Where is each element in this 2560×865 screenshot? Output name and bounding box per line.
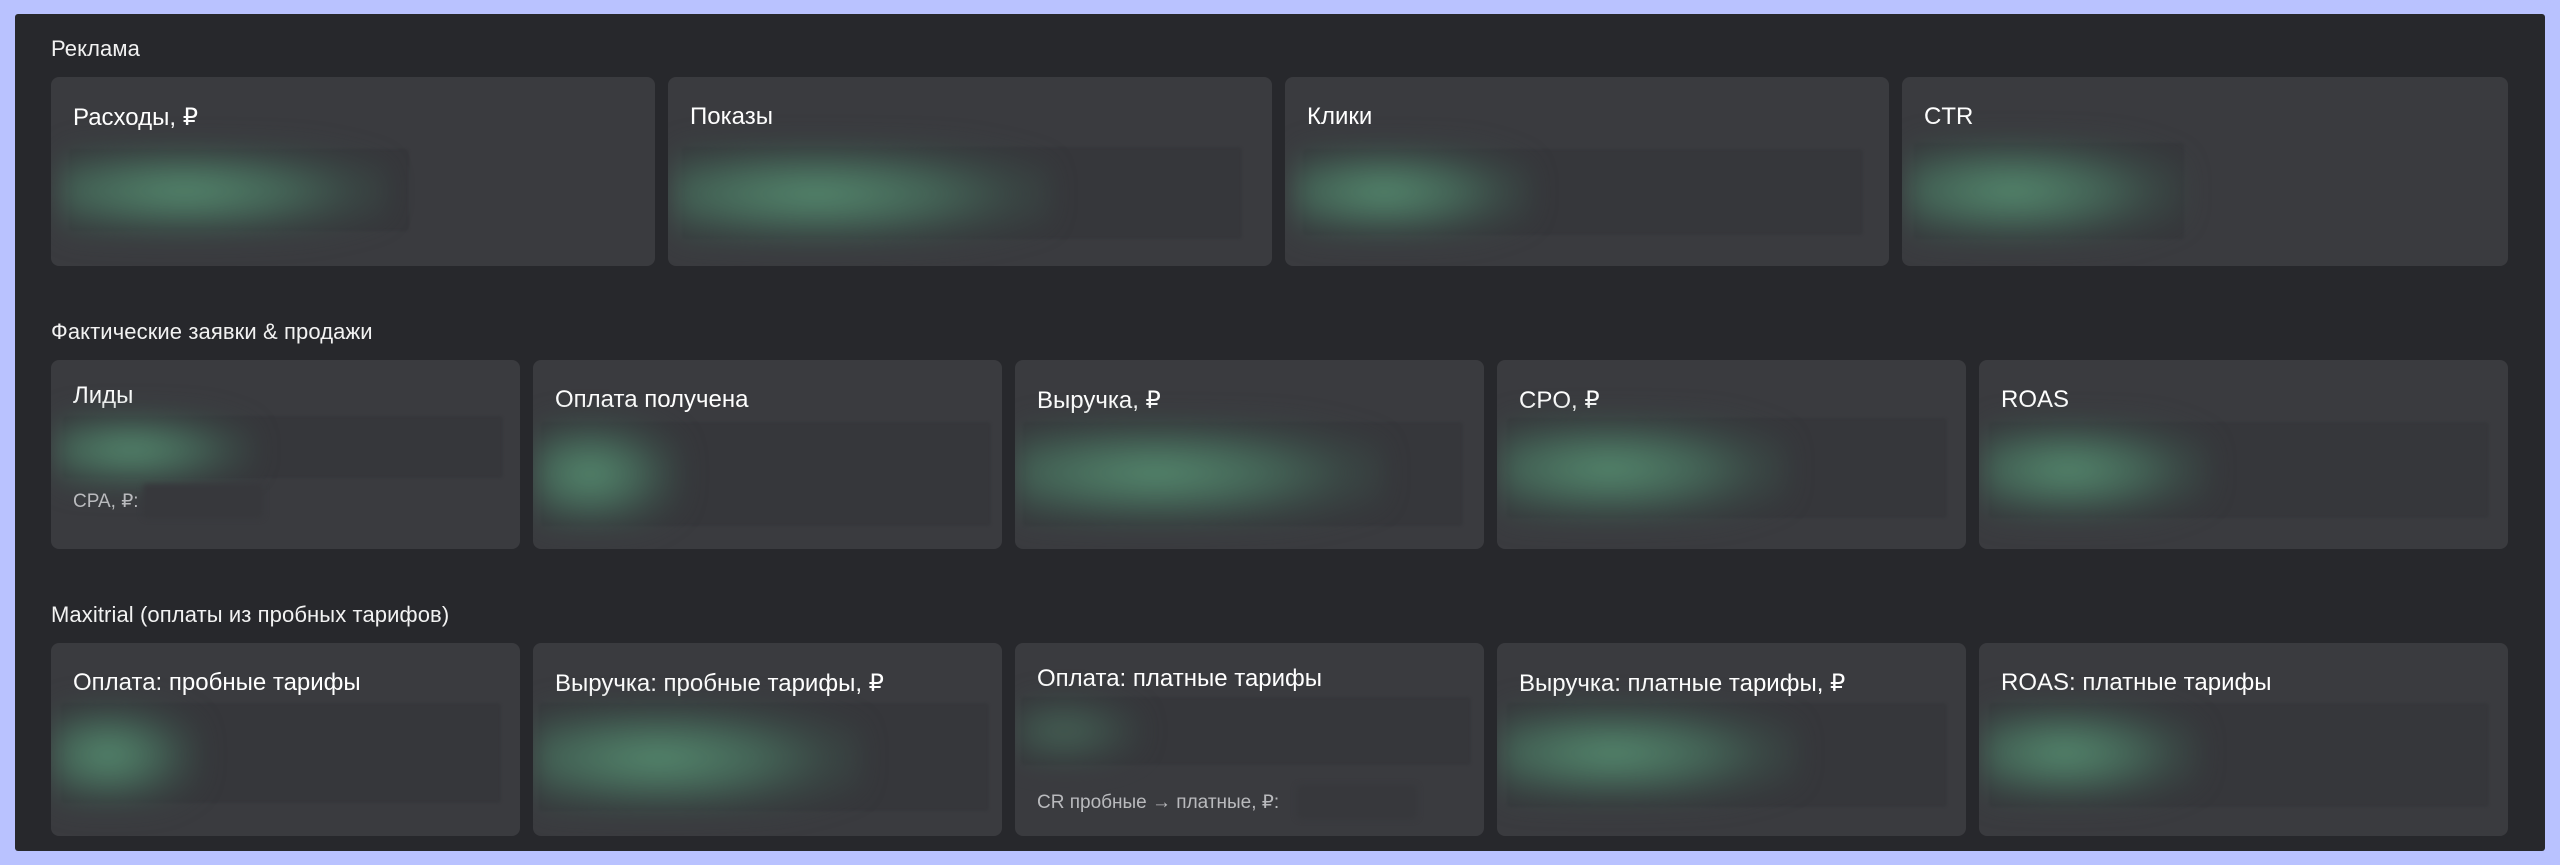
section-title-maxitrial: Maxitrial (оплаты из пробных тарифов) [51,602,450,627]
cpa-value-redacted [143,484,263,518]
section-title-leads-sales: Фактические заявки & продажи [51,319,373,344]
dashboard-panel: Реклама Расходы, ₽ Показы Клики CTR Факт… [15,14,2545,851]
metric-title: Расходы, ₽ [73,104,198,131]
metric-card-paid-roas[interactable]: ROAS: платные тарифы [1979,643,2508,836]
metric-card-trial-revenue[interactable]: Выручка: пробные тарифы, ₽ [533,643,1002,836]
metric-card-clicks[interactable]: Клики [1285,77,1889,266]
metric-value-blur [1981,701,2201,805]
metric-title: Выручка: пробные тарифы, ₽ [555,670,884,697]
metric-value-blur [1015,693,1145,769]
metric-card-leads[interactable]: Лиды CPA, ₽: [51,360,520,549]
metric-value-blur [533,701,863,815]
metric-card-spend[interactable]: Расходы, ₽ [51,77,655,266]
metric-value-blur [59,143,389,239]
section-title-ads: Реклама [51,36,140,61]
metric-value-blur [1981,418,2211,522]
metric-title: Выручка, ₽ [1037,387,1161,414]
metric-title: Оплата: платные тарифы [1037,665,1323,692]
metric-value-blur [672,141,1052,247]
metric-value-blur [533,416,683,532]
metric-title: Клики [1307,103,1373,130]
metric-value-blur [51,701,201,809]
metric-value-blur [1499,414,1789,524]
metric-title: Оплата получена [555,386,749,413]
metric-title: ROAS: платные тарифы [2001,669,2272,696]
metric-value-blur [1906,137,2186,245]
metric-value-blur [1015,418,1385,528]
metric-title: Выручка: платные тарифы, ₽ [1519,670,1846,697]
cr-value-redacted [1297,785,1417,819]
metric-card-payment-received[interactable]: Оплата получена [533,360,1002,549]
metric-card-roas[interactable]: ROAS [1979,360,2508,549]
metric-title: Показы [690,103,773,130]
metric-title: CTR [1924,103,1974,130]
metric-card-revenue[interactable]: Выручка, ₽ [1015,360,1484,549]
metric-card-trial-payments[interactable]: Оплата: пробные тарифы [51,643,520,836]
metric-value-blur [1293,143,1533,241]
metric-card-cpo[interactable]: CPO, ₽ [1497,360,1966,549]
metric-title: ROAS [2001,386,2070,413]
metric-title: Лиды [73,382,134,409]
metric-card-paid-revenue[interactable]: Выручка: платные тарифы, ₽ [1497,643,1966,836]
metric-card-ctr[interactable]: CTR [1902,77,2508,266]
metric-card-paid-payments[interactable]: Оплата: платные тарифы CR пробные → плат… [1015,643,1484,836]
metric-title: Оплата: пробные тарифы [73,669,361,696]
metric-value-blur [1499,701,1799,805]
cpa-label: CPA, ₽: [73,491,139,512]
cr-trial-to-paid-label: CR пробные → платные, ₽: [1037,792,1280,813]
metric-value-blur [55,410,255,490]
metric-title: CPO, ₽ [1519,387,1600,414]
metric-card-impressions[interactable]: Показы [668,77,1272,266]
